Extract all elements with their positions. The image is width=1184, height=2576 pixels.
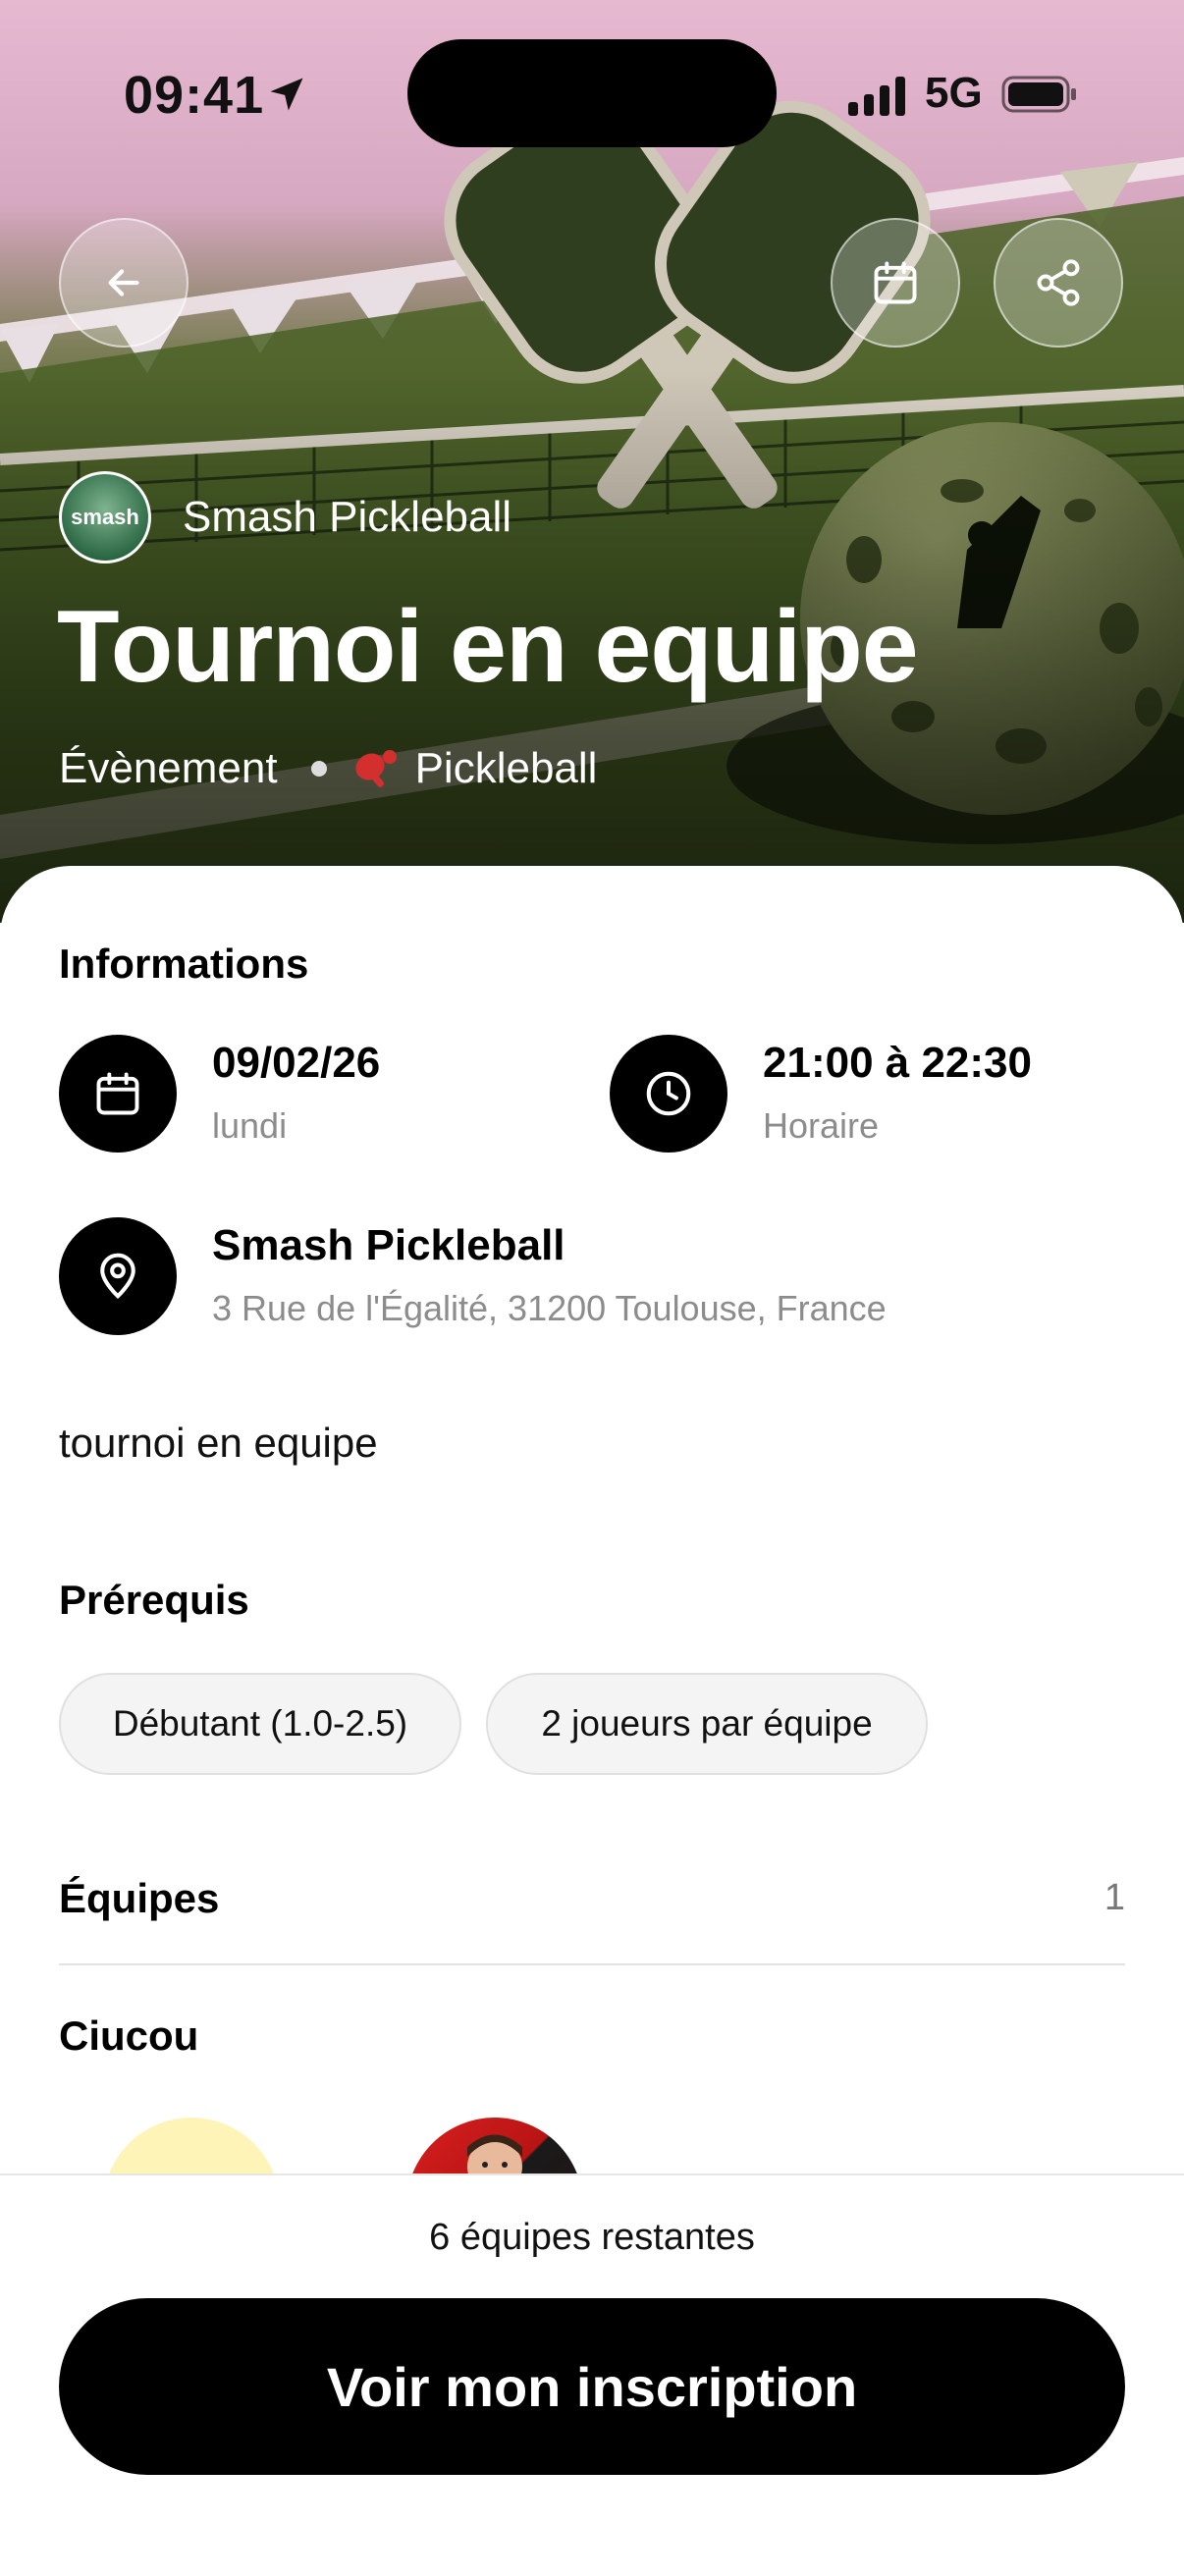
- time-label: Horaire: [763, 1105, 880, 1146]
- dynamic-island: [407, 39, 777, 147]
- team-size-chip: 2 joueurs par équipe: [486, 1673, 928, 1775]
- team-name: Ciucou: [59, 2012, 199, 2059]
- level-chip: Débutant (1.0-2.5): [59, 1673, 461, 1775]
- pickleball-paddle-icon: [355, 750, 397, 787]
- event-meta: Évènement Pickleball: [59, 744, 597, 793]
- network-type: 5G: [925, 69, 983, 117]
- calendar-icon: [96, 1072, 139, 1115]
- date-badge: [59, 1035, 177, 1153]
- share-button[interactable]: [994, 218, 1123, 348]
- add-to-calendar-button[interactable]: [831, 218, 960, 348]
- event-category: Évènement: [59, 744, 278, 792]
- venue-name[interactable]: Smash Pickleball: [212, 1221, 565, 1270]
- event-title: Tournoi en equipe: [57, 590, 919, 704]
- status-time: 09:41: [124, 66, 265, 125]
- time-badge: [610, 1035, 727, 1153]
- map-pin-icon: [100, 1253, 135, 1300]
- event-time-range: 21:00 à 22:30: [763, 1039, 1032, 1087]
- calendar-icon: [874, 261, 917, 304]
- bottom-action-bar: 6 équipes restantes Voir mon inscription: [0, 2174, 1184, 2576]
- location-arrow-icon: [270, 78, 303, 111]
- arrow-left-icon: [108, 269, 139, 296]
- teams-count: 1: [1103, 1877, 1125, 1918]
- battery-icon: [1001, 76, 1076, 113]
- remaining-teams: 6 équipes restantes: [429, 2217, 755, 2258]
- view-registration-button[interactable]: Voir mon inscription: [59, 2298, 1125, 2475]
- club-name: Smash Pickleball: [183, 493, 512, 541]
- event-weekday: lundi: [212, 1105, 288, 1146]
- clock-icon: [646, 1071, 691, 1116]
- event-sport: Pickleball: [414, 744, 598, 792]
- teams-heading: Équipes: [59, 1875, 220, 1921]
- informations-heading: Informations: [59, 940, 309, 987]
- location-badge: [59, 1217, 177, 1335]
- event-date: 09/02/26: [212, 1039, 381, 1087]
- back-button[interactable]: [59, 218, 188, 348]
- signal-icon: [848, 77, 905, 116]
- club-header[interactable]: smash Smash Pickleball: [59, 471, 511, 564]
- share-icon: [1037, 259, 1080, 306]
- venue-address[interactable]: 3 Rue de l'Égalité, 31200 Toulouse, Fran…: [212, 1288, 887, 1329]
- club-logo: smash: [59, 471, 151, 564]
- hero-banner: 09:41 5G smash Smash Pickleball Tournoi …: [0, 0, 1184, 923]
- separator-dot: [310, 761, 327, 777]
- event-description: tournoi en equipe: [59, 1420, 378, 1466]
- teams-divider: [59, 1963, 1125, 1965]
- prerequisites-heading: Prérequis: [59, 1577, 249, 1623]
